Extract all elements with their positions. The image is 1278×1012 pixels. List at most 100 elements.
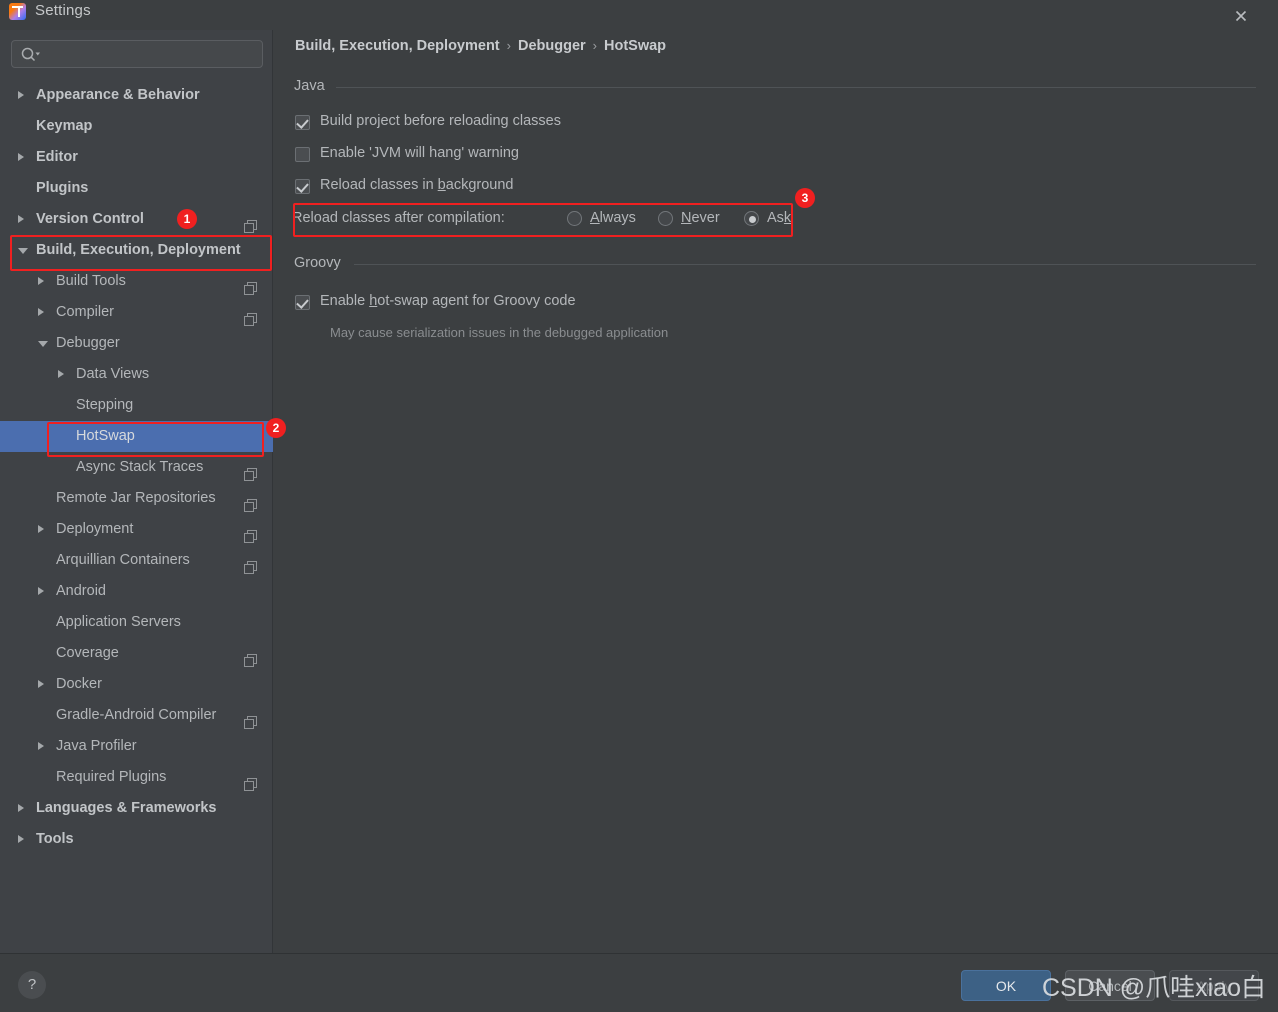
- reload-after-compilation-label: Reload classes after compilation:: [292, 210, 505, 226]
- groovy-group-rule: [354, 264, 1256, 265]
- settings-content-panel: Build, Execution, Deployment › Debugger › Ho…: [274, 30, 1278, 953]
- checkbox-label: Reload classes in background: [320, 177, 514, 193]
- sidebar-item-required-plugins[interactable]: Required Plugins: [0, 762, 273, 793]
- breadcrumb-part-1[interactable]: Build, Execution, Deployment: [295, 38, 500, 54]
- search-input[interactable]: [44, 41, 259, 67]
- chevron-right-icon[interactable]: [18, 804, 24, 812]
- chevron-right-icon[interactable]: [18, 91, 24, 99]
- radio-dot[interactable]: [567, 211, 582, 226]
- search-field-wrapper: [11, 40, 263, 68]
- close-icon: [1235, 10, 1247, 22]
- chevron-right-icon[interactable]: [18, 215, 24, 223]
- sidebar-item-label: Compiler: [56, 304, 115, 320]
- sidebar-item-deployment[interactable]: Deployment: [0, 514, 273, 545]
- sidebar-item-label: Arquillian Containers: [56, 552, 190, 568]
- java-group-title: Java: [294, 78, 325, 94]
- chevron-right-icon[interactable]: [38, 525, 44, 533]
- sidebar-item-label: Remote Jar Repositories: [56, 490, 216, 506]
- sidebar-item-java-profiler[interactable]: Java Profiler: [0, 731, 273, 762]
- apply-button[interactable]: Apply: [1169, 970, 1259, 1001]
- chevron-right-icon[interactable]: [38, 277, 44, 285]
- checkbox-box[interactable]: [295, 147, 310, 162]
- sidebar-item-compiler[interactable]: Compiler: [0, 297, 273, 328]
- sidebar-item-label: Data Views: [76, 366, 150, 382]
- sidebar-item-languages-frameworks[interactable]: Languages & Frameworks: [0, 793, 273, 824]
- chevron-right-icon[interactable]: [18, 835, 24, 843]
- sidebar-item-build-tools[interactable]: Build Tools: [0, 266, 273, 297]
- sidebar-item-keymap[interactable]: Keymap: [0, 111, 273, 142]
- cancel-button[interactable]: Cancel: [1065, 970, 1155, 1001]
- sidebar-item-label: Keymap: [36, 118, 93, 134]
- sidebar-item-docker[interactable]: Docker: [0, 669, 273, 700]
- chevron-right-icon[interactable]: [38, 680, 44, 688]
- chevron-down-icon[interactable]: [18, 248, 28, 254]
- chevron-right-icon[interactable]: [38, 587, 44, 595]
- sidebar-item-label: Required Plugins: [56, 769, 167, 785]
- groovy-group-title: Groovy: [294, 255, 341, 271]
- settings-dialog: Settings Appearance & Behavior Keymap Edit…: [0, 0, 1278, 1012]
- sidebar-item-debugger[interactable]: Debugger: [0, 328, 273, 359]
- sidebar-item-label: Appearance & Behavior: [36, 87, 200, 103]
- sidebar-item-label: Coverage: [56, 645, 119, 661]
- checkbox-box[interactable]: [295, 115, 310, 130]
- sidebar-item-build-execution-deployment[interactable]: Build, Execution, Deployment: [0, 235, 273, 266]
- chevron-down-icon[interactable]: [38, 341, 48, 347]
- sidebar-item-coverage[interactable]: Coverage: [0, 638, 273, 669]
- sidebar-item-label: Gradle-Android Compiler: [56, 707, 217, 723]
- breadcrumb: Build, Execution, Deployment › Debugger › Ho…: [295, 38, 666, 54]
- search-icon: [21, 47, 40, 62]
- sidebar-item-plugins[interactable]: Plugins: [0, 173, 273, 204]
- sidebar-item-application-servers[interactable]: Application Servers: [0, 607, 273, 638]
- sidebar-item-data-views[interactable]: Data Views: [0, 359, 273, 390]
- checkbox-box[interactable]: [295, 179, 310, 194]
- title-bar: Settings: [0, 0, 1278, 30]
- sidebar-item-stepping[interactable]: Stepping: [0, 390, 273, 421]
- sidebar-item-label: HotSwap: [76, 428, 135, 444]
- ok-button[interactable]: OK: [961, 970, 1051, 1001]
- help-button[interactable]: ?: [18, 971, 46, 999]
- chevron-right-icon[interactable]: [38, 742, 44, 750]
- sidebar-item-android[interactable]: Android: [0, 576, 273, 607]
- sidebar-item-hotswap[interactable]: HotSwap: [0, 421, 273, 452]
- intellij-idea-icon: [9, 3, 26, 20]
- breadcrumb-part-2[interactable]: Debugger: [518, 38, 586, 54]
- window-title: Settings: [35, 2, 91, 19]
- close-button[interactable]: [1218, 0, 1264, 30]
- sidebar-item-label: Application Servers: [56, 614, 181, 630]
- sidebar-item-arquillian-containers[interactable]: Arquillian Containers: [0, 545, 273, 576]
- sidebar-item-label: Build, Execution, Deployment: [36, 242, 241, 258]
- java-group-rule: [336, 87, 1256, 88]
- sidebar-item-label: Tools: [36, 831, 74, 847]
- sidebar-item-label: Build Tools: [56, 273, 126, 289]
- breadcrumb-separator-2: ›: [592, 38, 597, 53]
- dialog-footer: ? OK Cancel Apply: [0, 953, 1278, 1012]
- search-box[interactable]: [11, 40, 263, 68]
- sidebar-item-label: Plugins: [36, 180, 89, 196]
- sidebar-item-label: Async Stack Traces: [76, 459, 204, 475]
- checkbox-box[interactable]: [295, 295, 310, 310]
- sidebar-item-async-stack-traces[interactable]: Async Stack Traces: [0, 452, 273, 483]
- radio-dot[interactable]: [744, 211, 759, 226]
- settings-sidebar: Appearance & Behavior Keymap Editor Plugins…: [0, 30, 273, 953]
- chevron-right-icon[interactable]: [58, 370, 64, 378]
- sidebar-item-tools[interactable]: Tools: [0, 824, 273, 855]
- sidebar-item-appearance-behavior[interactable]: Appearance & Behavior: [0, 80, 273, 111]
- sidebar-item-label: Android: [56, 583, 106, 599]
- checkbox-label: Build project before reloading classes: [320, 113, 561, 129]
- sidebar-item-version-control[interactable]: Version Control: [0, 204, 273, 235]
- sidebar-item-label: Languages & Frameworks: [36, 800, 217, 816]
- sidebar-item-remote-jar-repositories[interactable]: Remote Jar Repositories: [0, 483, 273, 514]
- sidebar-item-label: Editor: [36, 149, 78, 165]
- sidebar-item-gradle-android-compiler[interactable]: Gradle-Android Compiler: [0, 700, 273, 731]
- sidebar-item-label: Docker: [56, 676, 102, 692]
- breadcrumb-separator-1: ›: [506, 38, 511, 53]
- checkbox-label: Enable hot-swap agent for Groovy code: [320, 293, 576, 309]
- settings-tree: Appearance & Behavior Keymap Editor Plugins…: [0, 80, 273, 855]
- sidebar-item-editor[interactable]: Editor: [0, 142, 273, 173]
- sidebar-item-label: Deployment: [56, 521, 134, 537]
- chevron-right-icon[interactable]: [18, 153, 24, 161]
- sidebar-item-label: Java Profiler: [56, 738, 137, 754]
- chevron-right-icon[interactable]: [38, 308, 44, 316]
- radio-dot[interactable]: [658, 211, 673, 226]
- groovy-hint-text: May cause serialization issues in the de…: [330, 325, 669, 340]
